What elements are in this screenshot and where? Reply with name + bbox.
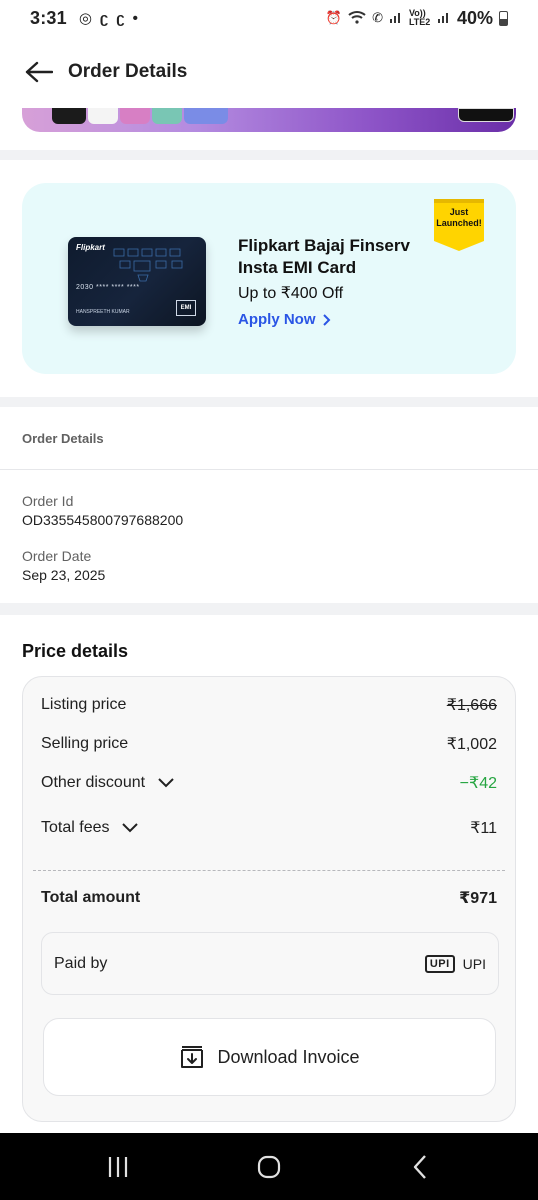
product-image xyxy=(458,108,514,122)
order-date-label: Order Date xyxy=(22,548,92,564)
apply-now-label: Apply Now xyxy=(238,311,316,328)
order-id-value: OD335545800797688200 xyxy=(22,512,184,528)
total-amount-label: Total amount xyxy=(41,889,141,906)
paid-by-label: Paid by xyxy=(54,954,108,972)
upi-icon: UPI xyxy=(424,954,455,973)
chevron-right-icon xyxy=(322,313,330,326)
section-divider xyxy=(0,150,538,160)
just-launched-badge: Just Launched! xyxy=(432,197,486,251)
listing-price-value: ₹1,666 xyxy=(446,697,497,714)
product-banner[interactable] xyxy=(22,108,516,132)
apply-now-link[interactable]: Apply Now xyxy=(238,311,331,328)
payment-method: UPI UPI xyxy=(424,954,486,973)
emi-card-promo[interactable]: Flipkart 2030 **** **** **** HANSPREETH … xyxy=(22,183,516,374)
battery-icon xyxy=(499,10,508,26)
download-invoice-button[interactable]: Download Invoice xyxy=(43,1018,496,1096)
ribbon-text: Just Launched! xyxy=(432,207,486,229)
system-status-icons: ⏰ ✆ Vo)) LTE2 40% xyxy=(326,8,508,29)
notification-icon: ◎ xyxy=(78,10,92,27)
selling-price-value: ₹1,002 xyxy=(446,736,497,753)
listing-price-label: Listing price xyxy=(41,696,127,713)
chevron-down-icon[interactable] xyxy=(121,822,139,834)
section-divider xyxy=(0,603,538,615)
order-details-heading: Order Details xyxy=(22,431,104,446)
back-nav-icon[interactable] xyxy=(406,1153,434,1181)
system-navigation-bar xyxy=(0,1133,538,1200)
total-fees-label: Total fees xyxy=(41,819,110,836)
selling-price-row: Selling price ₹1,002 xyxy=(41,734,497,754)
dashed-divider xyxy=(33,870,505,871)
promo-title-line2: Insta EMI Card xyxy=(238,258,357,277)
listing-price-row: Listing price ₹1,666 xyxy=(41,695,497,715)
price-details-heading: Price details xyxy=(22,641,129,661)
chevron-down-icon[interactable] xyxy=(157,777,175,789)
signal-icon xyxy=(437,10,451,27)
signal-icon xyxy=(389,10,403,27)
order-date-value: Sep 23, 2025 xyxy=(22,567,106,583)
wifi-icon xyxy=(348,10,366,27)
more-notifications-icon: • xyxy=(132,9,138,27)
product-image xyxy=(120,108,150,124)
product-image xyxy=(88,108,118,124)
promo-text: Flipkart Bajaj Finserv Insta EMI Card Up… xyxy=(238,235,410,329)
product-image xyxy=(184,108,228,124)
total-fees-value: ₹11 xyxy=(470,820,497,837)
ribbon-line1: Just xyxy=(449,207,469,217)
section-divider xyxy=(0,397,538,407)
card-number: 2030 **** **** **** xyxy=(76,284,140,291)
paid-by-box: Paid by UPI UPI xyxy=(41,932,499,995)
price-details-card: Listing price ₹1,666 Selling price ₹1,00… xyxy=(22,676,516,1122)
other-discount-label: Other discount xyxy=(41,774,146,791)
page-title: Order Details xyxy=(68,61,188,82)
notification-icons: ◎ ʗ ʗ • xyxy=(78,9,138,28)
product-image xyxy=(52,108,86,124)
emi-card-image: Flipkart 2030 **** **** **** HANSPREETH … xyxy=(68,237,206,326)
total-amount-value: ₹971 xyxy=(459,890,497,907)
battery-percent: 40% xyxy=(456,7,493,28)
other-discount-value: −₹42 xyxy=(459,775,497,792)
card-emi-badge: EMI xyxy=(176,300,196,316)
home-icon[interactable] xyxy=(254,1153,284,1181)
selling-price-label: Selling price xyxy=(41,735,129,752)
total-amount-row: Total amount ₹971 xyxy=(41,888,497,908)
status-bar: 3:31 ◎ ʗ ʗ • ⏰ ✆ Vo)) LTE2 40% xyxy=(0,0,538,36)
back-arrow-icon[interactable] xyxy=(24,57,54,87)
recent-apps-icon[interactable] xyxy=(104,1153,132,1181)
order-id-label: Order Id xyxy=(22,493,74,509)
download-invoice-label: Download Invoice xyxy=(217,1046,360,1067)
app-header: Order Details xyxy=(0,36,538,108)
product-image xyxy=(152,108,182,124)
payment-method-label: UPI xyxy=(462,955,486,972)
app-notification-icon: ʗ xyxy=(116,9,125,27)
promo-title-line1: Flipkart Bajaj Finserv xyxy=(238,236,410,255)
app-notification-icon: ʗ xyxy=(99,9,109,27)
call-icon: ✆ xyxy=(372,10,383,25)
divider xyxy=(0,469,538,470)
total-fees-row[interactable]: Total fees ₹11 xyxy=(41,818,497,838)
card-pattern-graphic xyxy=(113,248,183,282)
card-holder-name: HANSPREETH KUMAR xyxy=(76,309,130,315)
other-discount-row[interactable]: Other discount −₹42 xyxy=(41,773,497,793)
alarm-icon: ⏰ xyxy=(325,10,343,25)
promo-subtitle: Up to ₹400 Off xyxy=(238,285,344,302)
status-time: 3:31 xyxy=(30,7,67,28)
download-icon xyxy=(181,1046,204,1068)
card-brand-label: Flipkart xyxy=(76,243,105,252)
ribbon-line2: Launched! xyxy=(436,218,482,228)
network-type-label: Vo)) LTE2 xyxy=(408,8,431,27)
